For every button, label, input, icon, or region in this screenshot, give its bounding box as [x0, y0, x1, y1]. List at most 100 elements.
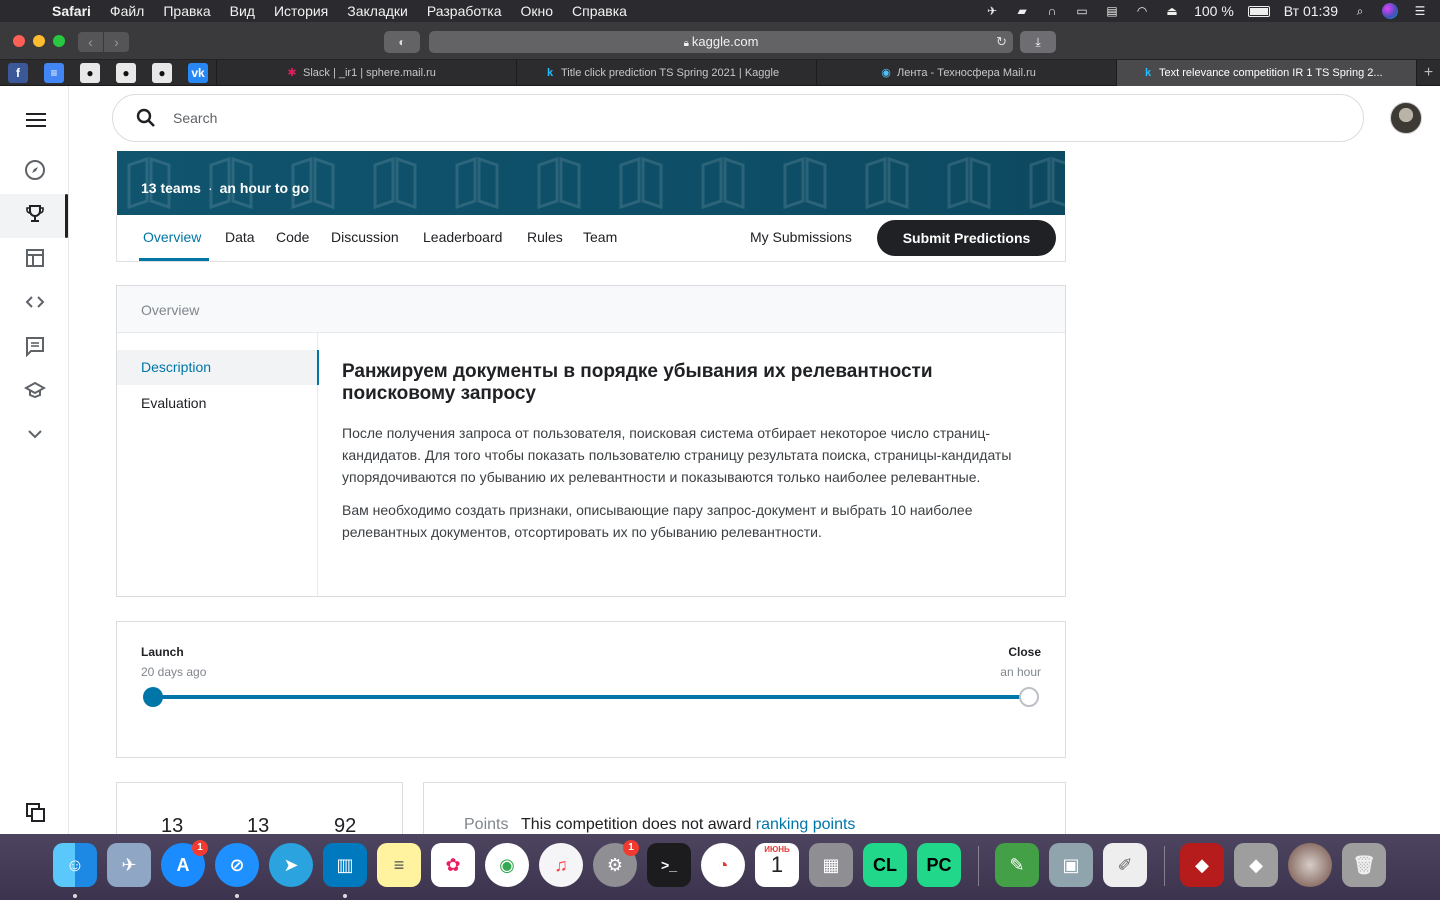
trophy-icon[interactable] — [22, 203, 48, 229]
trash-icon[interactable]: 🗑︎ — [1342, 843, 1386, 887]
notifications-icon[interactable]: ▰ — [1014, 4, 1030, 18]
privacy-shield-icon[interactable]: ◐ — [384, 31, 420, 53]
window-zoom-button[interactable] — [53, 35, 65, 47]
headphones-icon[interactable]: ∩ — [1044, 4, 1060, 18]
calculator-icon[interactable]: ▦ — [809, 843, 853, 887]
tab-technosphere[interactable]: ◉ Лента - Техносфера Mail.ru — [816, 60, 1116, 86]
downloads-folder-icon[interactable]: ◆ — [1234, 843, 1278, 887]
discussion-icon[interactable] — [22, 335, 48, 361]
notes-icon[interactable]: ≡ — [377, 843, 421, 887]
menu-bookmarks[interactable]: Закладки — [347, 3, 408, 19]
chevron-down-icon[interactable] — [22, 423, 48, 449]
avatar[interactable] — [1390, 102, 1422, 134]
tab-rules[interactable]: Rules — [527, 229, 563, 245]
pinned-tab-vk-icon[interactable]: vk — [188, 63, 208, 83]
forward-button[interactable]: › — [104, 32, 129, 52]
chrome-icon[interactable]: ◉ — [485, 843, 529, 887]
pinned-tab-github-icon-3[interactable]: ● — [152, 63, 172, 83]
compass-icon[interactable] — [22, 159, 48, 185]
control-center-icon[interactable]: ☰ — [1412, 4, 1428, 18]
search-bar[interactable]: Search — [112, 94, 1364, 142]
tab-title-click[interactable]: k Title click prediction TS Spring 2021 |… — [516, 60, 816, 86]
reload-icon[interactable]: ↻ — [996, 31, 1007, 53]
window-close-button[interactable] — [13, 35, 25, 47]
menu-file[interactable]: Файл — [110, 3, 144, 19]
table-icon[interactable] — [22, 247, 48, 273]
timeline-start-marker — [143, 687, 163, 707]
pinned-tab-github-icon-2[interactable]: ● — [116, 63, 136, 83]
safari-app-icon[interactable]: ⊘ — [215, 843, 259, 887]
pinned-tab-facebook-icon[interactable]: f — [8, 63, 28, 83]
battery-icon[interactable] — [1247, 5, 1270, 17]
itunes-icon[interactable]: ♫ — [539, 843, 583, 887]
tab-data[interactable]: Data — [225, 229, 255, 245]
tab-code[interactable]: Code — [276, 229, 309, 245]
menu-history[interactable]: История — [274, 3, 328, 19]
menu-view[interactable]: Вид — [230, 3, 255, 19]
trello-running-dot — [343, 894, 347, 898]
image-viewer-icon[interactable]: ▣ — [1049, 843, 1093, 887]
menu-safari[interactable]: Safari — [52, 3, 91, 19]
jupiter-folder-icon[interactable] — [1288, 843, 1332, 887]
clion-icon[interactable]: CL — [863, 843, 907, 887]
telegram-icon[interactable]: ➤ — [269, 843, 313, 887]
tab-team[interactable]: Team — [583, 229, 617, 245]
window-minimize-button[interactable] — [33, 35, 45, 47]
tab-text-relevance[interactable]: k Text relevance competition IR 1 TS Spri… — [1116, 60, 1416, 86]
terminal-icon[interactable]: >_ — [647, 843, 691, 887]
macos-dock: ☺ ✈ A 1 ⊘ ➤ ▥ ≡ ✿ ◉ ♫ ⚙ 1 >_ ◔ ИЮНЬ 1 ▦ … — [0, 834, 1440, 900]
submit-predictions-button[interactable]: Submit Predictions — [877, 220, 1056, 256]
code-icon[interactable] — [22, 291, 48, 317]
numbers-icon[interactable]: ✎ — [995, 843, 1039, 887]
preview-app-icon[interactable]: ✈ — [107, 843, 151, 887]
tab-overview[interactable]: Overview — [143, 229, 201, 245]
menu-window[interactable]: Окно — [520, 3, 553, 19]
slack-icon: ✱ — [287, 67, 297, 79]
description-content: Ранжируем документы в порядке убывания и… — [342, 361, 1042, 554]
downloads-button[interactable]: ⤓ — [1020, 31, 1056, 53]
overview-sidebar: Description Evaluation — [117, 333, 319, 596]
sidebar-item-description[interactable]: Description — [117, 350, 319, 385]
iron-man-folder-icon[interactable]: ◆ — [1180, 843, 1224, 887]
tab-slack[interactable]: ✱ Slack | _ir1 | sphere.mail.ru — [216, 60, 516, 86]
pycharm-icon[interactable]: PC — [917, 843, 961, 887]
nav-active-indicator — [65, 194, 68, 238]
points-label: Points — [464, 816, 509, 833]
points-text: This competition does not award ranking … — [521, 816, 855, 834]
menu-edit[interactable]: Правка — [163, 3, 210, 19]
finder-icon[interactable]: ☺ — [53, 843, 97, 887]
photos-icon[interactable]: ✿ — [431, 843, 475, 887]
ranking-points-link[interactable]: ranking points — [756, 816, 856, 833]
tab-discussion[interactable]: Discussion — [331, 229, 399, 245]
clock[interactable]: Вт 01:39 — [1284, 3, 1338, 19]
calendar-icon[interactable]: ИЮНЬ 1 — [755, 843, 799, 887]
wifi-icon[interactable]: ◠ — [1134, 4, 1150, 18]
my-submissions-link[interactable]: My Submissions — [750, 229, 852, 245]
menu-help[interactable]: Справка — [572, 3, 627, 19]
learn-icon[interactable] — [22, 379, 48, 405]
airplay-icon[interactable]: ▭ — [1074, 4, 1090, 18]
tab-leaderboard[interactable]: Leaderboard — [423, 229, 502, 245]
time-machine-icon[interactable]: ◔ — [701, 843, 745, 887]
menu-develop[interactable]: Разработка — [427, 3, 502, 19]
siri-icon[interactable] — [1382, 3, 1398, 19]
address-bar[interactable]: 🔒︎ kaggle.com ↻ — [429, 31, 1013, 53]
location-off-icon[interactable]: ✈ — [984, 4, 1000, 18]
flag-us-icon[interactable]: ▤ — [1104, 4, 1120, 18]
pinned-tab-docs-icon[interactable]: ≡ — [44, 63, 64, 83]
new-tab-button[interactable]: + — [1416, 60, 1440, 86]
sidebar-item-evaluation[interactable]: Evaluation — [117, 386, 318, 421]
trello-icon[interactable]: ▥ — [323, 843, 367, 887]
pinned-tab-github-icon[interactable]: ● — [80, 63, 100, 83]
stats-card: 13 13 92 — [116, 782, 403, 842]
back-button[interactable]: ‹ — [78, 32, 103, 52]
hamburger-menu-icon[interactable] — [26, 113, 46, 131]
kaggle-icon: k — [546, 67, 554, 79]
timeline-track — [153, 695, 1029, 699]
finder-running-dot — [73, 894, 77, 898]
eject-icon[interactable]: ⏏ — [1164, 4, 1180, 18]
search-input[interactable]: Search — [173, 110, 217, 126]
spotlight-icon[interactable]: ⌕ — [1352, 4, 1368, 18]
copy-icon[interactable] — [22, 801, 48, 827]
textedit-icon[interactable]: ✐ — [1103, 843, 1147, 887]
